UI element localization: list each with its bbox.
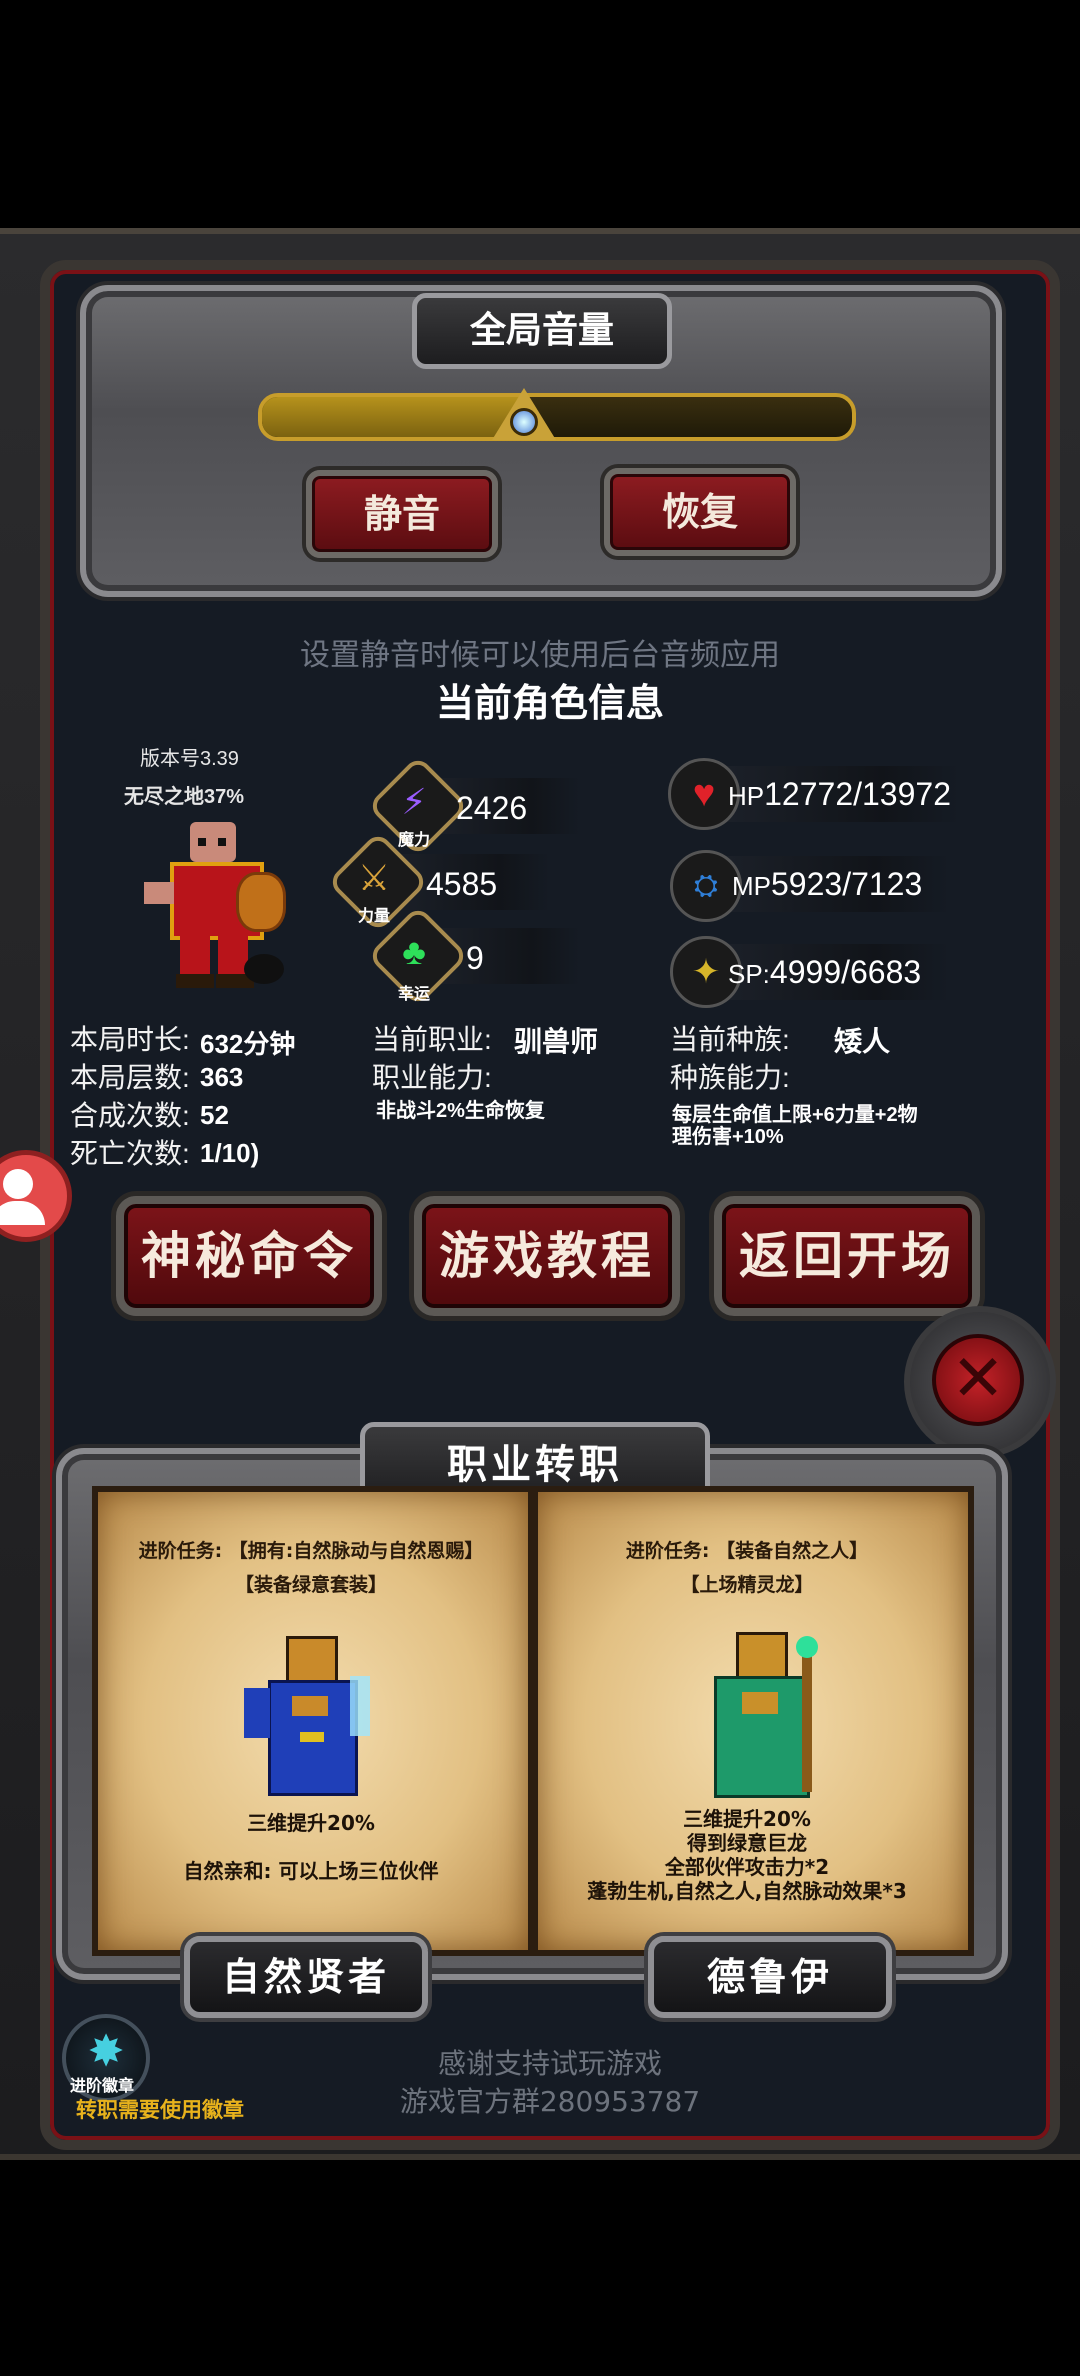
back-to-start-button[interactable]: 返回开场 — [714, 1196, 980, 1316]
mp-stat: MP5923/7123 — [732, 866, 922, 903]
star-badge-icon: ✸ — [87, 2027, 125, 2076]
volume-hint: 设置静音时候可以使用后台音频应用 — [300, 638, 780, 673]
luck-caption: 幸运 — [397, 986, 430, 1003]
class-ability-value: 非战斗2%生命恢复 — [376, 1100, 545, 1122]
character-avatar — [140, 818, 290, 998]
close-button[interactable]: ✕ — [904, 1306, 1056, 1458]
druid-quest-line2: 【上场精灵龙】 — [680, 1574, 814, 1596]
sp-value: 4999/6683 — [769, 954, 922, 990]
floors-value: 363 — [200, 1062, 244, 1092]
deaths-value: 1/10) — [200, 1138, 260, 1168]
race-ability-label: 种族能力: — [670, 1062, 790, 1093]
race-ability-value: 每层生命值上限+6力量+2物理伤害+10% — [672, 1104, 918, 1148]
class-value: 驯兽师 — [514, 1026, 599, 1057]
restore-button[interactable]: 恢复 — [604, 468, 796, 556]
mode-label: 无尽之地37% — [124, 786, 245, 808]
user-icon-body — [0, 1201, 45, 1225]
spear-icon: ⚔ — [357, 857, 391, 898]
close-icon: ✕ — [932, 1334, 1024, 1426]
mp-label: MP — [732, 871, 771, 901]
mp-value: 5923/7123 — [771, 866, 923, 902]
badge-hint: 转职需要使用徽章 — [76, 2099, 244, 2122]
footer-qq-group: 游戏官方群280953787 — [399, 2085, 701, 2118]
class-ability-label: 职业能力: — [372, 1062, 492, 1093]
floors-label: 本局层数: — [70, 1062, 190, 1093]
gem-icon — [510, 408, 538, 436]
crafts-value: 52 — [200, 1100, 229, 1130]
footer-thanks: 感谢支持试玩游戏 — [437, 2047, 662, 2080]
lightning-icon: ⚡ — [401, 781, 427, 822]
race-label: 当前种族: — [670, 1024, 790, 1055]
play-time-value: 632分钟 — [200, 1029, 296, 1059]
sage-select-button[interactable]: 自然贤者 — [184, 1936, 428, 2018]
druid-bonus1: 三维提升20% — [683, 1807, 811, 1831]
strength-value: 4585 — [426, 866, 498, 902]
sage-quest-line1: 进阶任务: 【拥有:自然脉动与自然恩赐】 — [138, 1540, 484, 1562]
druid-bonus2: 得到绿意巨龙 — [687, 1831, 807, 1855]
sage-bonus1: 三维提升20% — [247, 1811, 375, 1835]
druid-sprite — [690, 1632, 830, 1802]
druid-quest-line1: 进阶任务: 【装备自然之人】 — [625, 1540, 869, 1562]
druid-select-button[interactable]: 德鲁伊 — [648, 1936, 892, 2018]
secret-command-button[interactable]: 神秘命令 — [116, 1196, 382, 1316]
crafts-label: 合成次数: — [70, 1100, 190, 1131]
sp-stat: SP:4999/6683 — [728, 954, 921, 991]
hp-value: 12772/13972 — [764, 776, 951, 812]
hp-label: HP — [728, 781, 765, 811]
sp-label: SP: — [728, 959, 770, 989]
hp-stat: HP12772/13972 — [728, 776, 951, 813]
sage-sprite — [240, 1636, 380, 1806]
volume-title: 全局音量 — [412, 293, 672, 369]
badge-label: 进阶徽章 — [70, 2078, 135, 2095]
volume-slider-knob[interactable] — [492, 388, 556, 444]
race-value: 矮人 — [834, 1026, 891, 1057]
druid-bonus4: 蓬勃生机,自然之人,自然脉动效果*3 — [587, 1879, 907, 1903]
sage-bonus2: 自然亲和: 可以上场三位伙伴 — [183, 1859, 439, 1883]
volume-slider-fill — [262, 397, 524, 437]
sage-quest-line2: 【装备绿意套装】 — [234, 1574, 387, 1596]
version-label: 版本号3.39 — [140, 748, 239, 770]
user-icon — [3, 1169, 33, 1199]
magic-value: 2426 — [456, 790, 528, 826]
deaths-label: 死亡次数: — [70, 1138, 190, 1169]
luck-value: 9 — [466, 940, 484, 976]
character-section-title: 当前角色信息 — [435, 681, 664, 725]
clover-icon: ♣ — [402, 931, 426, 972]
play-time-label: 本局时长: — [70, 1024, 190, 1055]
luck-stat: ♣ 幸运 — [367, 905, 469, 1010]
tutorial-button[interactable]: 游戏教程 — [414, 1196, 680, 1316]
mute-button[interactable]: 静音 — [306, 470, 498, 558]
druid-bonus3: 全部伙伴攻击力*2 — [664, 1855, 830, 1879]
class-label: 当前职业: — [372, 1024, 492, 1055]
